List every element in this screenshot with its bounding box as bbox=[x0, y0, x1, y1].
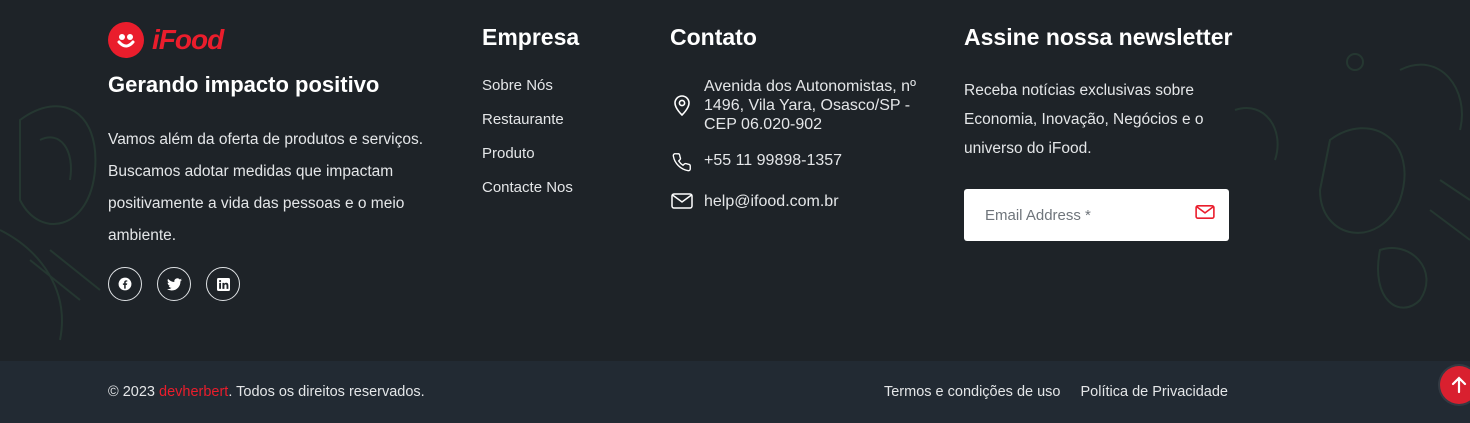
footer-bottom-bar: © 2023 devherbert. Todos os direitos res… bbox=[0, 361, 1470, 423]
mail-icon bbox=[670, 192, 694, 210]
smiley-logo-icon bbox=[108, 22, 144, 58]
phone-text: +55 11 99898-1357 bbox=[704, 152, 843, 169]
link-contacte-nos[interactable]: Contacte Nos bbox=[482, 178, 573, 212]
email-text: help@ifood.com.br bbox=[704, 193, 839, 210]
map-pin-icon bbox=[670, 77, 694, 116]
link-produto[interactable]: Produto bbox=[482, 144, 573, 178]
scroll-to-top-button[interactable] bbox=[1440, 366, 1470, 404]
newsletter-email-input[interactable] bbox=[985, 190, 1185, 240]
arrow-up-icon bbox=[1451, 376, 1467, 394]
twitter-link[interactable] bbox=[157, 267, 191, 301]
contact-address: Avenida dos Autonomistas, nº 1496, Vila … bbox=[670, 77, 916, 134]
social-links bbox=[108, 267, 240, 301]
author-link[interactable]: devherbert bbox=[159, 384, 228, 400]
about-description: Vamos além da oferta de produtos e servi… bbox=[108, 131, 424, 244]
newsletter-description: Receba notícias exclusivas sobre Economi… bbox=[964, 82, 1204, 157]
footer-tagline: Gerando impacto positivo bbox=[108, 72, 380, 97]
contact-heading: Contato bbox=[670, 24, 757, 50]
ifood-logo[interactable]: iFood bbox=[108, 22, 224, 58]
facebook-icon bbox=[118, 277, 132, 291]
twitter-icon bbox=[166, 277, 182, 290]
logo-wordmark: iFood bbox=[152, 24, 224, 55]
company-links: Sobre Nós Restaurante Produto Contacte N… bbox=[482, 76, 573, 212]
linkedin-link[interactable] bbox=[206, 267, 240, 301]
phone-icon bbox=[670, 151, 694, 173]
company-heading: Empresa bbox=[482, 24, 580, 50]
mail-send-icon bbox=[1195, 204, 1215, 220]
newsletter-form bbox=[964, 189, 1229, 241]
legal-links: Termos e condições de uso Política de Pr… bbox=[884, 384, 1228, 400]
link-sobre-nos[interactable]: Sobre Nós bbox=[482, 76, 573, 110]
copyright-text: © 2023 devherbert. Todos os direitos res… bbox=[108, 384, 425, 400]
address-text: Avenida dos Autonomistas, nº 1496, Vila … bbox=[704, 78, 916, 133]
newsletter-submit-button[interactable] bbox=[1195, 204, 1215, 225]
footer-main: iFood Gerando impacto positivo Vamos alé… bbox=[0, 0, 1470, 361]
contact-email[interactable]: help@ifood.com.br bbox=[670, 192, 839, 211]
terms-link[interactable]: Termos e condições de uso bbox=[884, 384, 1061, 400]
contact-phone[interactable]: +55 11 99898-1357 bbox=[670, 151, 842, 173]
privacy-link[interactable]: Política de Privacidade bbox=[1081, 384, 1229, 400]
link-restaurante[interactable]: Restaurante bbox=[482, 110, 573, 144]
linkedin-icon bbox=[216, 277, 230, 291]
newsletter-heading: Assine nossa newsletter bbox=[964, 24, 1233, 50]
facebook-link[interactable] bbox=[108, 267, 142, 301]
